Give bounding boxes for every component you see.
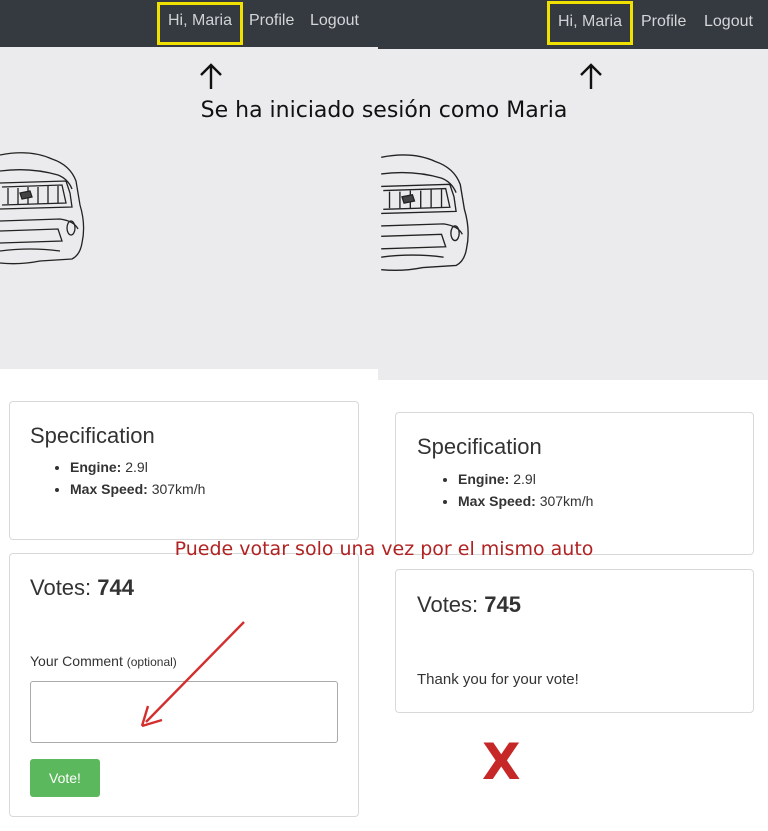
specification-heading: Specification xyxy=(30,423,155,448)
greeting-highlight-box xyxy=(157,2,243,45)
votes-count: Votes: 745 xyxy=(417,592,521,617)
specification-card: Specification Engine: 2.9l Max Speed: 30… xyxy=(395,412,754,555)
vote-once-caption: Puede votar solo una vez por el mismo au… xyxy=(174,538,594,560)
up-arrow-icon xyxy=(200,63,222,89)
vote-card: Votes: 745 Thank you for your vote! xyxy=(395,569,754,713)
specification-heading: Specification xyxy=(417,434,542,459)
spec-engine: Engine: 2.9l xyxy=(458,471,593,487)
spec-list: Engine: 2.9l Max Speed: 307km/h xyxy=(458,471,593,515)
comparison-stage: Hi, Maria Profile Logout Specification •… xyxy=(0,0,768,831)
spec-engine: Engine: 2.9l xyxy=(70,459,205,475)
thank-you-message: Thank you for your vote! xyxy=(417,671,579,688)
profile-link[interactable]: Profile xyxy=(641,0,686,44)
spec-max-speed: Max Speed: 307km/h xyxy=(458,493,593,509)
pointer-arrow-icon xyxy=(140,621,245,728)
spec-max-speed: Max Speed: 307km/h xyxy=(70,481,205,497)
car-illustration xyxy=(381,154,469,271)
greeting-highlight-box xyxy=(547,1,633,45)
logout-link[interactable]: Logout xyxy=(310,0,359,42)
spec-list: Engine: 2.9l Max Speed: 307km/h xyxy=(70,459,205,503)
car-illustration xyxy=(0,152,85,265)
after-vote-panel: Hi, Maria Profile Logout Specification •… xyxy=(378,0,768,831)
up-arrow-icon xyxy=(580,63,602,89)
votes-count: Votes: 744 xyxy=(30,575,134,600)
car-image-area xyxy=(0,47,378,369)
specification-card: Specification Engine: 2.9l Max Speed: 30… xyxy=(9,401,359,540)
profile-link[interactable]: Profile xyxy=(249,0,294,42)
not-allowed-x-icon: X xyxy=(482,733,521,791)
login-status-caption: Se ha iniciado sesión como Maria xyxy=(200,98,568,123)
vote-button[interactable]: Vote! xyxy=(30,759,100,797)
logout-link[interactable]: Logout xyxy=(704,0,753,44)
